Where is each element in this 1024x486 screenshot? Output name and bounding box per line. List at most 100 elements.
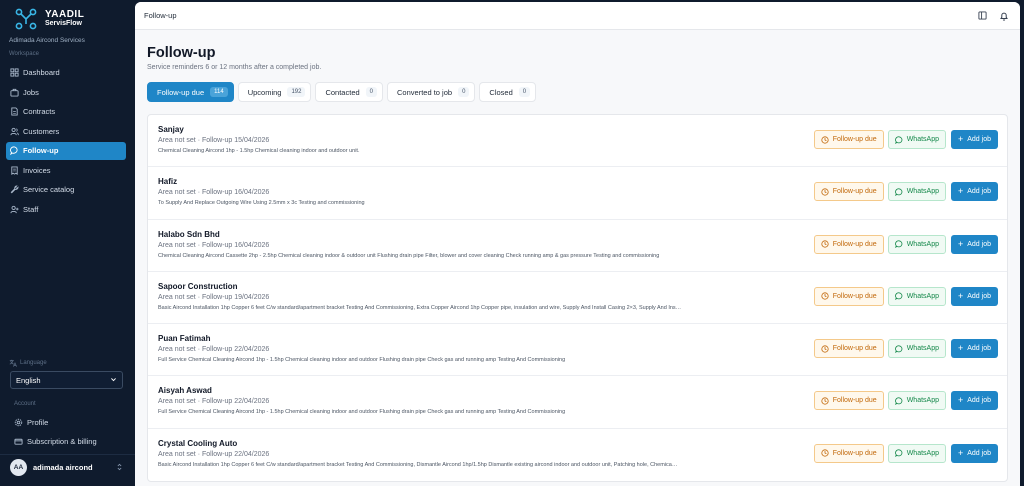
plus-icon: + (957, 186, 964, 197)
whatsapp-button[interactable]: WhatsApp (887, 182, 946, 202)
sidebar-item-follow-up[interactable]: Follow-up (6, 142, 126, 160)
status-badge: Follow-up due (813, 182, 884, 202)
sidebar-toggle-icon[interactable] (975, 9, 989, 23)
sidebar-item-jobs[interactable]: Jobs (6, 84, 126, 102)
workspace-label: Workspace (9, 51, 39, 57)
add-job-button[interactable]: + Add job (950, 234, 998, 254)
sidebar-item-label: Contracts (23, 107, 56, 117)
sidebar-item-label: Jobs (23, 87, 39, 97)
job-description: Full Service Chemical Cleaning Aircond 1… (158, 357, 566, 364)
app-shell: YAADIL ServisFlow Adimada Aircond Servic… (0, 0, 1024, 486)
tab-label: Converted to job (397, 87, 453, 97)
follow-up-list: Sanjay Area not set · Follow-up 15/04/20… (147, 114, 1008, 483)
status-badge: Follow-up due (813, 234, 884, 254)
gear-icon (14, 418, 23, 427)
job-description: Full Service Chemical Cleaning Aircond 1… (158, 409, 566, 416)
add-job-button[interactable]: + Add job (950, 130, 998, 149)
sidebar-item-customers[interactable]: Customers (6, 123, 126, 141)
brand-name: YAADIL (45, 9, 85, 20)
sidebar-item-label: Customers (23, 126, 60, 136)
status-badge: Follow-up due (813, 443, 884, 463)
whatsapp-button[interactable]: WhatsApp (887, 286, 946, 306)
avatar: AA (10, 459, 27, 476)
topbar-title: Follow-up (144, 11, 177, 20)
tab-label: Closed (489, 87, 513, 97)
customer-name: Halabo Sdn Bhd (158, 229, 220, 239)
add-job-button[interactable]: + Add job (950, 391, 998, 411)
users-icon (10, 127, 19, 136)
organization-name: Adimada Aircond Services (9, 37, 85, 44)
customer-name: Hafiz (158, 177, 178, 187)
plus-icon: + (957, 343, 964, 354)
list-item: Crystal Cooling Auto Area not set · Foll… (148, 429, 1007, 481)
credit-card-icon (14, 437, 23, 446)
whatsapp-button[interactable]: WhatsApp (887, 391, 946, 411)
briefcase-icon (10, 88, 19, 97)
clock-icon (821, 345, 829, 353)
main-panel: Follow-up Follow-up Service reminders 6 … (135, 2, 1020, 486)
add-job-button[interactable]: + Add job (950, 443, 998, 463)
billing-link[interactable]: Subscription & billing (14, 437, 97, 446)
whatsapp-icon (894, 397, 903, 406)
tab-label: Follow-up due (157, 87, 205, 97)
sidebar-item-label: Follow-up (23, 146, 59, 156)
whatsapp-button[interactable]: WhatsApp (887, 443, 946, 463)
tab-count: 0 (458, 87, 470, 97)
status-badge: Follow-up due (813, 339, 884, 359)
follow-up-meta: Area not set · Follow-up 22/04/2026 (158, 450, 270, 458)
list-item: Sanjay Area not set · Follow-up 15/04/20… (148, 115, 1007, 168)
job-description: Basic Aircond Installation 1hp Copper 6 … (158, 304, 682, 311)
topbar: Follow-up (135, 2, 1020, 30)
add-job-button[interactable]: + Add job (950, 339, 998, 359)
sidebar-item-invoices[interactable]: Invoices (6, 162, 126, 180)
status-badge: Follow-up due (813, 130, 884, 149)
sidebar-item-dashboard[interactable]: Dashboard (6, 64, 126, 82)
follow-up-meta: Area not set · Follow-up 15/04/2026 (158, 137, 270, 144)
sidebar-item-label: Service catalog (23, 185, 75, 195)
user-name: adimada aircond (33, 463, 93, 472)
page-content: Follow-up Service reminders 6 or 12 mont… (135, 30, 1020, 483)
plus-icon: + (957, 238, 964, 249)
list-item: Sapoor Construction Area not set · Follo… (148, 272, 1007, 325)
tab-closed[interactable]: Closed 0 (479, 82, 537, 102)
sidebar-item-label: Dashboard (23, 68, 60, 78)
page-subtitle: Service reminders 6 or 12 months after a… (147, 64, 322, 71)
whatsapp-button[interactable]: WhatsApp (887, 130, 946, 149)
language-select[interactable]: English (10, 371, 123, 389)
whatsapp-icon (894, 449, 903, 458)
sidebar-item-contracts[interactable]: Contracts (6, 103, 126, 121)
sidebar-item-service-catalog[interactable]: Service catalog (6, 181, 126, 199)
profile-link[interactable]: Profile (14, 418, 48, 427)
whatsapp-icon (894, 292, 903, 301)
brand[interactable]: YAADIL ServisFlow (0, 0, 135, 30)
follow-up-meta: Area not set · Follow-up 16/04/2026 (158, 241, 270, 249)
follow-up-meta: Area not set · Follow-up 22/04/2026 (158, 398, 270, 406)
wrench-icon (10, 185, 19, 194)
add-job-button[interactable]: + Add job (950, 286, 998, 306)
brand-subtitle: ServisFlow (45, 20, 82, 27)
tab-upcoming[interactable]: Upcoming 192 (237, 82, 312, 102)
bell-icon[interactable] (997, 9, 1011, 23)
billing-label: Subscription & billing (27, 437, 97, 446)
job-description: Chemical Cleaning Aircond Cassette 2hp -… (158, 252, 660, 259)
sidebar-item-staff[interactable]: Staff (6, 201, 126, 219)
document-icon (10, 107, 19, 116)
status-badge: Follow-up due (813, 391, 884, 411)
page-title: Follow-up (147, 45, 216, 61)
tab-label: Upcoming (247, 87, 282, 97)
whatsapp-button[interactable]: WhatsApp (887, 339, 946, 359)
list-item: Puan Fatimah Area not set · Follow-up 22… (148, 324, 1007, 377)
tab-contacted[interactable]: Contacted 0 (315, 82, 384, 102)
tab-follow-up-due[interactable]: Follow-up due 114 (147, 82, 234, 102)
sidebar-item-label: Staff (23, 204, 39, 214)
add-job-button[interactable]: + Add job (950, 182, 998, 202)
tab-converted-to-job[interactable]: Converted to job 0 (387, 82, 476, 102)
whatsapp-button[interactable]: WhatsApp (887, 234, 946, 254)
follow-up-meta: Area not set · Follow-up 22/04/2026 (158, 346, 270, 354)
user-menu[interactable]: AA adimada aircond (0, 454, 135, 480)
grid-icon (10, 68, 19, 77)
customer-name: Sapoor Construction (158, 281, 238, 291)
whatsapp-icon (894, 135, 903, 144)
list-item: Aisyah Aswad Area not set · Follow-up 22… (148, 376, 1007, 429)
chevron-down-icon (110, 376, 117, 385)
